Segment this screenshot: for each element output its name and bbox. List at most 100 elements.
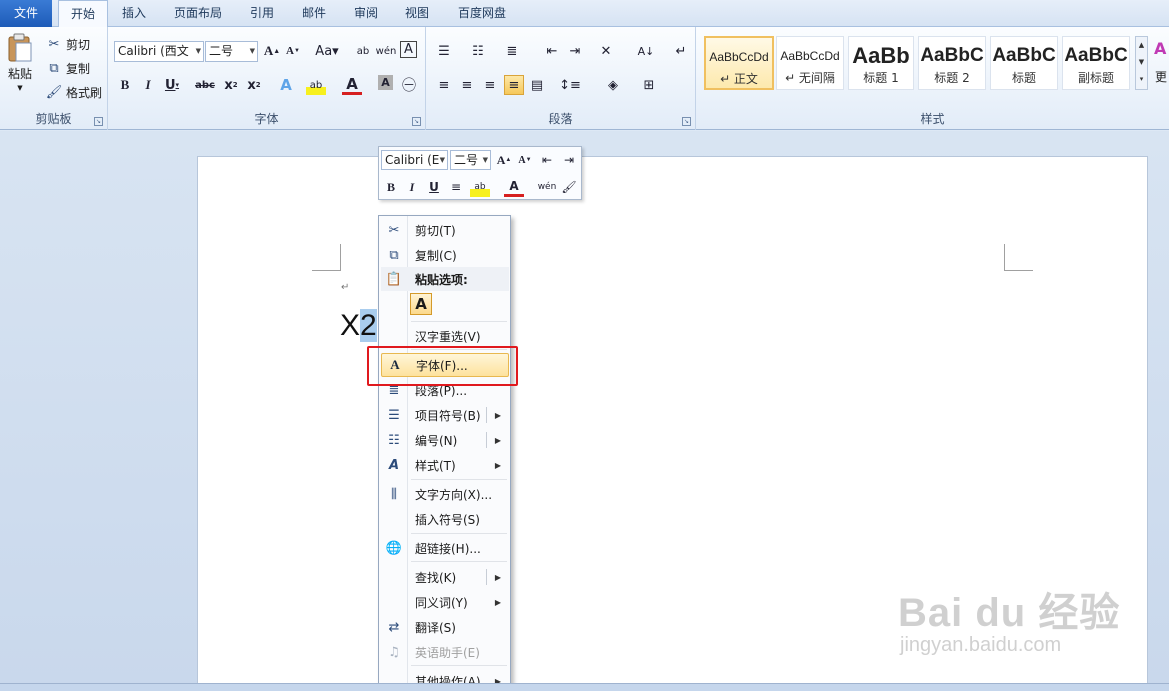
font-color-icon[interactable]: A: [342, 75, 362, 95]
menu-item-find[interactable]: 查找(K) ▶: [381, 565, 509, 589]
style-heading-1[interactable]: AaBb 标题 1: [848, 36, 914, 90]
menu-item-bullets[interactable]: ☰ 项目符号(B) ▶: [381, 403, 509, 427]
numbering-icon[interactable]: ☷: [468, 41, 488, 61]
mini-grow-font-icon[interactable]: A ▲: [494, 150, 514, 170]
change-styles-label[interactable]: 更: [1155, 68, 1167, 85]
chinese-layout-icon[interactable]: ✕: [596, 41, 616, 61]
mini-phonetic-icon[interactable]: wén: [537, 177, 557, 197]
style-no-spacing[interactable]: AaBbCcDd ↵ 无间隔: [776, 36, 844, 90]
style-title[interactable]: AaBbC 标题: [990, 36, 1058, 90]
increase-indent-icon[interactable]: ⇥: [565, 41, 585, 61]
highlight-icon[interactable]: ab: [306, 75, 326, 95]
font-launcher-icon[interactable]: ↘: [412, 117, 421, 126]
format-painter-button[interactable]: 🖌 格式刷: [45, 83, 102, 101]
style-subtitle[interactable]: AaBbC 副标题: [1062, 36, 1130, 90]
change-case-icon[interactable]: Aa▾: [313, 41, 341, 61]
sort-icon[interactable]: A↓: [636, 41, 656, 61]
char-border-icon[interactable]: A: [400, 41, 417, 58]
document-text-plain[interactable]: X: [340, 309, 360, 342]
tab-page-layout[interactable]: 页面布局: [162, 0, 234, 27]
shading-icon[interactable]: ◈: [603, 75, 623, 95]
menu-item-text-direction[interactable]: ⫼ 文字方向(X)...: [381, 482, 509, 506]
font-size-combo[interactable]: 二号 ▼: [205, 41, 258, 62]
menu-item-reconvert[interactable]: 汉字重选(V): [381, 324, 509, 348]
mini-decrease-indent-icon[interactable]: ⇤: [537, 150, 557, 170]
tab-references[interactable]: 引用: [238, 0, 286, 27]
styles-group-label: 样式: [920, 112, 945, 126]
styles-scroll[interactable]: ▲ ▼ ▾: [1135, 36, 1148, 90]
style-sample: AaBb: [852, 44, 910, 68]
menu-item-insert-symbol[interactable]: 插入符号(S): [381, 507, 509, 531]
subscript-icon[interactable]: x2: [221, 75, 241, 95]
menu-item-numbering[interactable]: ☷ 编号(N) ▶: [381, 428, 509, 452]
multilevel-list-icon[interactable]: ≣: [502, 41, 522, 61]
mini-highlight-icon[interactable]: ab: [470, 177, 490, 197]
tab-file[interactable]: 文件: [0, 0, 52, 27]
tab-mailings[interactable]: 邮件: [290, 0, 338, 27]
char-shading-icon[interactable]: A: [378, 75, 393, 90]
paste-button[interactable]: 粘贴 ▼: [6, 33, 34, 92]
menu-item-cut[interactable]: ✂ 剪切(T): [381, 218, 509, 242]
style-normal[interactable]: AaBbCcDd ↵ 正文: [704, 36, 774, 90]
style-name: ↵ 正文: [720, 72, 758, 86]
menu-item-styles[interactable]: A 样式(T) ▶: [381, 453, 509, 477]
align-left-icon[interactable]: ≡: [434, 75, 454, 95]
show-marks-icon[interactable]: ↵: [671, 41, 691, 61]
submenu-arrow-icon: ▶: [494, 597, 501, 607]
mini-shrink-font-icon[interactable]: A ▼: [515, 150, 535, 170]
mini-bold-icon[interactable]: B: [381, 177, 401, 197]
change-styles-icon[interactable]: A: [1154, 39, 1166, 58]
grow-font-icon[interactable]: A ▲: [262, 41, 282, 61]
borders-icon[interactable]: ⊞: [639, 75, 659, 95]
enclose-char-icon[interactable]: ㊀: [399, 75, 419, 95]
bold-icon[interactable]: B: [115, 75, 135, 95]
mini-format-painter-icon[interactable]: 🖌: [559, 177, 579, 197]
bullets-icon[interactable]: ☰: [434, 41, 454, 61]
decrease-indent-icon[interactable]: ⇤: [542, 41, 562, 61]
underline-icon[interactable]: U ▾: [162, 75, 182, 95]
justify-icon[interactable]: ≡: [504, 75, 524, 95]
tab-view[interactable]: 视图: [393, 0, 441, 27]
mini-font-size-combo[interactable]: 二号 ▼: [450, 150, 491, 170]
clear-format-icon[interactable]: ab: [353, 41, 373, 61]
tab-insert[interactable]: 插入: [110, 0, 158, 27]
mini-font-color-icon[interactable]: A: [504, 177, 524, 197]
mini-increase-indent-icon[interactable]: ⇥: [559, 150, 579, 170]
shrink-font-icon[interactable]: A ▼: [283, 41, 303, 61]
text-effects-icon[interactable]: A: [276, 75, 296, 95]
font-group: Calibri (西文 ▼ 二号 ▼ A ▲ A ▼ Aa▾ ab wén A B I …: [108, 27, 426, 130]
paste-dropdown-icon[interactable]: ▼: [17, 84, 22, 92]
menu-item-label: 插入符号(S): [415, 512, 480, 527]
bullets-icon: ☰: [388, 407, 400, 423]
document-text-selected[interactable]: 2: [360, 309, 377, 342]
tab-baidu-netdisk[interactable]: 百度网盘: [446, 0, 518, 27]
copy-button[interactable]: ⧉ 复制: [45, 59, 90, 77]
style-sample: AaBbC: [920, 45, 984, 66]
status-bar: [0, 683, 1169, 691]
mini-font-name-combo[interactable]: Calibri (E ▼: [381, 150, 448, 170]
tab-review[interactable]: 审阅: [342, 0, 390, 27]
paragraph-launcher-icon[interactable]: ↘: [682, 117, 691, 126]
line-spacing-icon[interactable]: ↕≡: [559, 75, 581, 95]
cut-button[interactable]: ✂ 剪切: [45, 35, 90, 53]
menu-item-hyperlink[interactable]: 🌐 超链接(H)...: [381, 536, 509, 560]
phonetic-guide-icon[interactable]: wén: [376, 41, 397, 61]
mini-underline-icon[interactable]: U: [424, 177, 444, 197]
menu-item-copy[interactable]: ⧉ 复制(C): [381, 243, 509, 267]
style-heading-2[interactable]: AaBbC 标题 2: [918, 36, 986, 90]
document-text[interactable]: X2: [340, 304, 377, 348]
superscript-icon[interactable]: x2: [244, 75, 264, 95]
font-name-combo[interactable]: Calibri (西文 ▼: [114, 41, 204, 62]
align-right-icon[interactable]: ≡: [480, 75, 500, 95]
paste-keep-text-only-button[interactable]: A: [410, 293, 432, 315]
menu-item-synonyms[interactable]: 同义词(Y) ▶: [381, 590, 509, 614]
strikethrough-icon[interactable]: abc: [195, 75, 215, 95]
align-center-icon[interactable]: ≡: [457, 75, 477, 95]
mini-center-icon[interactable]: ≡: [446, 177, 466, 197]
italic-icon[interactable]: I: [138, 75, 158, 95]
clipboard-launcher-icon[interactable]: ↘: [94, 117, 103, 126]
tab-home[interactable]: 开始: [58, 0, 109, 28]
menu-item-translate[interactable]: ⇄ 翻译(S): [381, 615, 509, 639]
distribute-icon[interactable]: ▤: [527, 75, 547, 95]
mini-italic-icon[interactable]: I: [402, 177, 422, 197]
